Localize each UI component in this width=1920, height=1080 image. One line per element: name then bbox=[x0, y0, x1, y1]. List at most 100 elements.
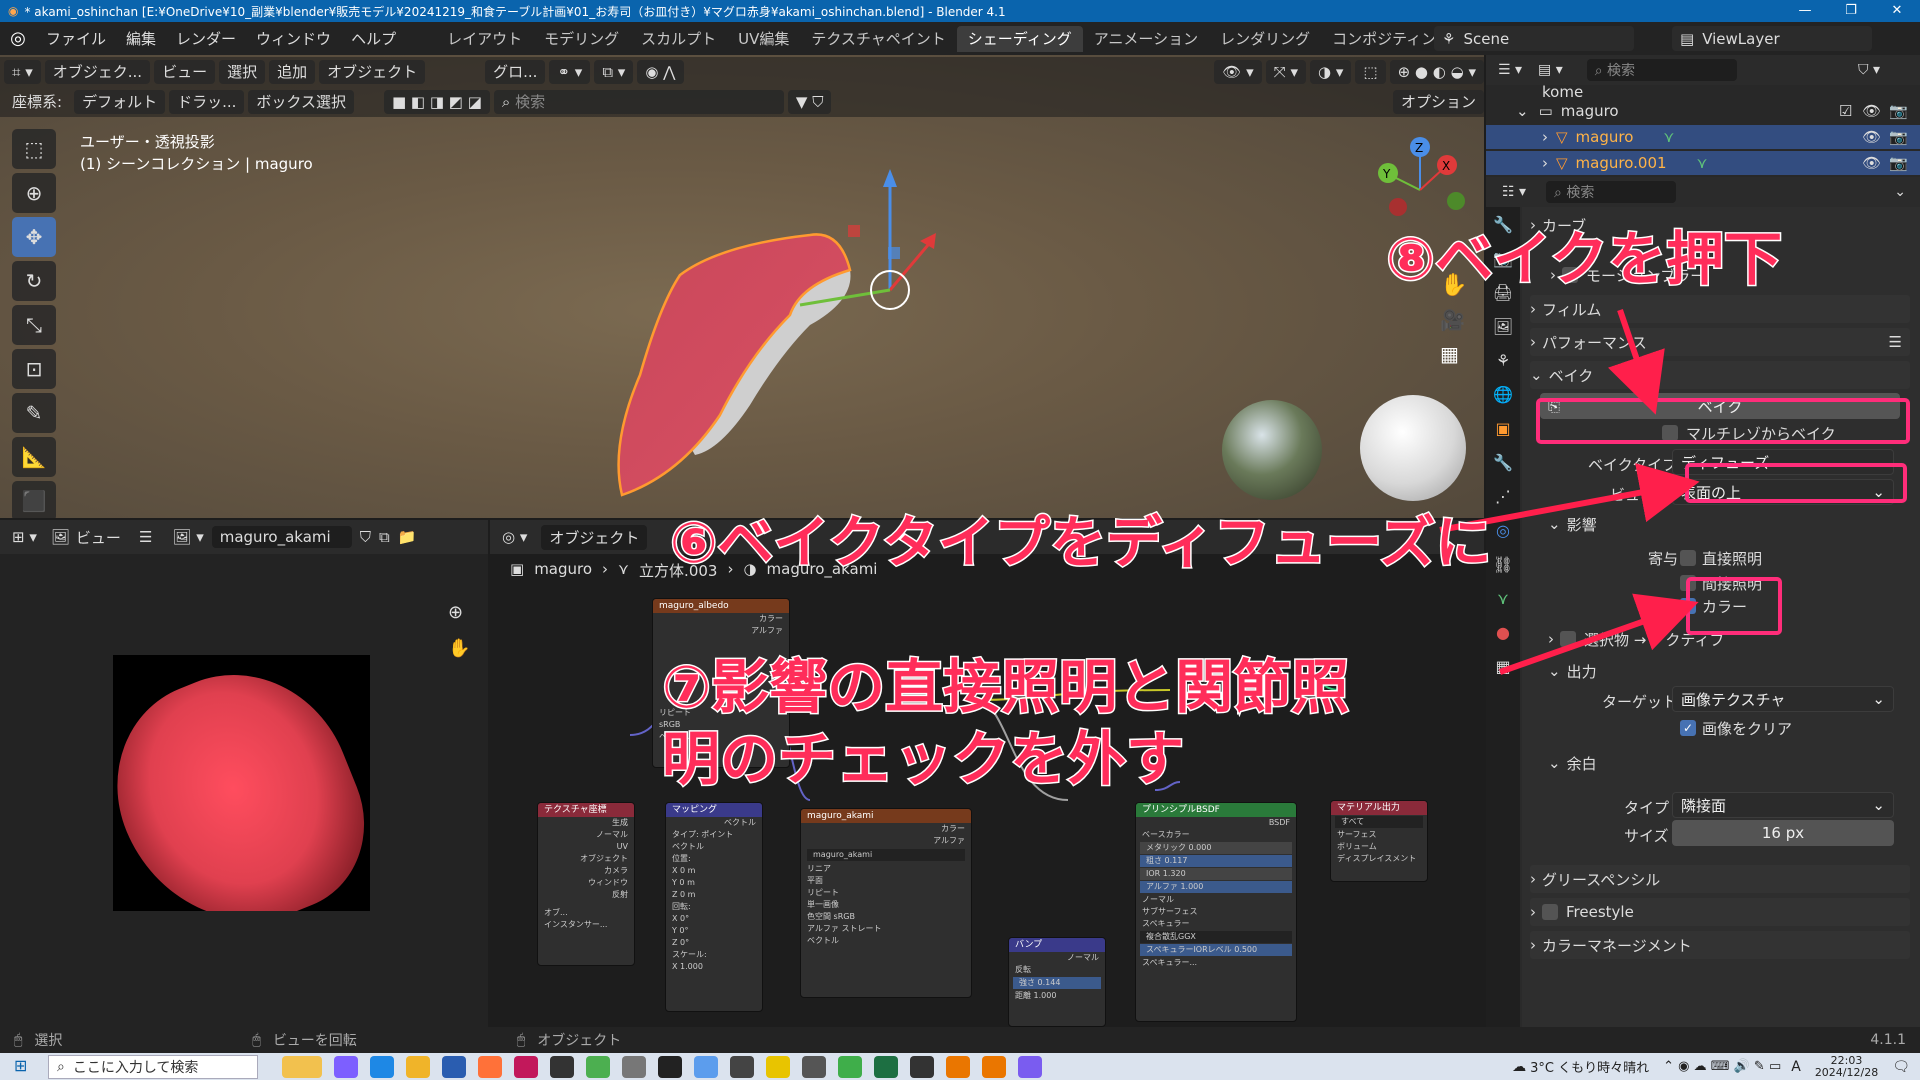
margin-size-field[interactable]: 16 px bbox=[1672, 820, 1894, 846]
panel-color-management[interactable]: › カラーマネージメント bbox=[1530, 931, 1910, 959]
list-icon[interactable]: ☰ bbox=[1889, 333, 1902, 351]
mode-selector[interactable]: オブジェク... bbox=[44, 60, 151, 84]
editor-type-icon[interactable]: ⌗ ▾ bbox=[4, 60, 41, 84]
camera-render-icon[interactable]: 📷 bbox=[1889, 102, 1908, 120]
app-icon[interactable] bbox=[694, 1055, 718, 1078]
outliner-editor-icon[interactable]: ☰ ▾ bbox=[1498, 62, 1522, 78]
view-layer-tab-icon[interactable]: 🖼 bbox=[1486, 309, 1520, 343]
app-icon[interactable] bbox=[838, 1055, 862, 1078]
node-image-field[interactable]: maguro_akami bbox=[807, 849, 965, 861]
grid-icon[interactable]: ▦ bbox=[1440, 342, 1474, 366]
menu-edit[interactable]: 編集 bbox=[116, 28, 166, 49]
expand-chevron-icon[interactable]: › bbox=[1542, 154, 1548, 172]
xray-icon[interactable]: ⬚ bbox=[1355, 60, 1386, 84]
expand-chevron-icon[interactable]: › bbox=[1542, 128, 1548, 146]
node-material-output[interactable]: マテリアル出力 すべて サーフェス ボリューム ディスプレイスメント bbox=[1330, 800, 1428, 882]
freestyle-checkbox[interactable] bbox=[1542, 904, 1558, 920]
image-name-field[interactable]: maguro_akami bbox=[211, 526, 352, 548]
zoom-icon[interactable]: ⊕ bbox=[448, 602, 463, 623]
outliner-row[interactable]: › ▽ maguro ⋎ 👁 📷 bbox=[1486, 125, 1920, 149]
properties-search-input[interactable]: ⌕ 検索 bbox=[1546, 181, 1677, 203]
node-field[interactable]: Y 0° bbox=[666, 925, 762, 937]
image-editor[interactable]: ⊞ ▾ 🖼 ビュー ☰ 🖼 ▾ maguro_akami ⛉ ⧉ 📁 ⊕ ✋ bbox=[0, 520, 488, 1027]
select-tool-icon[interactable]: ⬚ bbox=[12, 129, 56, 169]
node-subpanel[interactable]: スペキュラー bbox=[1136, 918, 1296, 930]
image-browse-icon[interactable]: 🖼 ▾ bbox=[172, 528, 203, 546]
outliner-search-input[interactable]: ⌕ 検索 bbox=[1586, 59, 1737, 81]
node-dropdown[interactable]: 平面 bbox=[801, 875, 971, 887]
node-field[interactable]: X 0 m bbox=[666, 865, 762, 877]
target-dropdown[interactable]: 画像テクスチャ ⌄ bbox=[1672, 686, 1894, 712]
shield-icon[interactable]: ⛉ bbox=[360, 528, 371, 546]
node-subpanel[interactable]: サブサーフェス bbox=[1136, 906, 1296, 918]
eye-icon[interactable]: 👁 bbox=[1862, 128, 1881, 146]
tab-texture-paint[interactable]: テクスチャペイント bbox=[800, 26, 956, 52]
expand-chevron-icon[interactable]: ⌄ bbox=[1516, 102, 1529, 120]
outliner-filter-icon[interactable]: ⛉ ▾ bbox=[1858, 62, 1880, 78]
panel-bake[interactable]: ⌄ ベイク bbox=[1530, 361, 1910, 389]
add-cube-tool-icon[interactable]: ⬛ bbox=[12, 481, 56, 518]
taskbar-search-input[interactable]: ⌕ ここに入力して検索 bbox=[48, 1054, 258, 1079]
close-button[interactable]: ✕ bbox=[1874, 0, 1920, 22]
menu-add[interactable]: 追加 bbox=[269, 60, 316, 84]
app-icon[interactable] bbox=[730, 1055, 754, 1078]
drag-selector[interactable]: ドラッ... bbox=[169, 90, 245, 114]
scene-tab-icon[interactable]: ⚘ bbox=[1486, 343, 1520, 377]
node-field[interactable]: スペキュラーIORレベル 0.500 bbox=[1140, 944, 1292, 956]
node-field[interactable]: アルファ 1.000 bbox=[1140, 881, 1292, 893]
editor-type-icon[interactable]: ⊞ ▾ bbox=[12, 528, 37, 546]
menu-view[interactable]: ビュー bbox=[154, 60, 216, 84]
transform-tool-icon[interactable]: ⊡ bbox=[12, 349, 56, 389]
shading-modes-icon[interactable]: ⊕ ● ◐ ◒ ▾ bbox=[1389, 60, 1484, 84]
margin-type-dropdown[interactable]: 隣接面 ⌄ bbox=[1672, 792, 1894, 818]
menu-hamburger-icon[interactable]: ☰ bbox=[139, 528, 152, 546]
filter-icon[interactable]: ▼ ⛉ bbox=[787, 90, 832, 114]
clear-image-checkbox[interactable]: ✓ bbox=[1680, 720, 1696, 736]
windows-start-icon[interactable]: ⊞ bbox=[14, 1056, 27, 1075]
ime-indicator[interactable]: A bbox=[1791, 1059, 1801, 1075]
menu-window[interactable]: ウィンドウ bbox=[246, 28, 341, 49]
weather-icon[interactable]: ☁ bbox=[1512, 1059, 1526, 1075]
node-dropdown[interactable]: すべて bbox=[1335, 816, 1423, 828]
node-dropdown[interactable]: リピート bbox=[801, 887, 971, 899]
hand-pan-icon[interactable]: ✋ bbox=[448, 638, 470, 659]
world-tab-icon[interactable]: 🌐 bbox=[1486, 377, 1520, 411]
scene-selector[interactable]: ⚘ Scene bbox=[1434, 26, 1634, 51]
app-icon[interactable] bbox=[766, 1055, 790, 1078]
tab-sculpt[interactable]: スカルプト bbox=[630, 26, 727, 52]
overlay-icon[interactable]: ◑ ▾ bbox=[1309, 60, 1352, 84]
visibility-icon[interactable]: 👁 ▾ bbox=[1214, 60, 1262, 84]
node-dropdown[interactable]: 色空間 sRGB bbox=[801, 911, 971, 923]
node-maguro-akami[interactable]: maguro_akami カラー アルファ maguro_akami リニア 平… bbox=[800, 808, 972, 998]
viewport-search-input[interactable]: ⌕ 検索 bbox=[493, 90, 784, 114]
texture-tab-icon[interactable]: ▦ bbox=[1486, 649, 1520, 683]
node-field[interactable]: Y 0 m bbox=[666, 877, 762, 889]
menu-help[interactable]: ヘルプ bbox=[341, 28, 406, 49]
tab-rendering[interactable]: レンダリング bbox=[1209, 26, 1321, 52]
duplicate-icon[interactable]: ⧉ bbox=[379, 528, 390, 546]
transform-orientation[interactable]: グロ... bbox=[485, 60, 546, 84]
menu-object[interactable]: オブジェクト bbox=[319, 60, 426, 84]
tab-layout[interactable]: レイアウト bbox=[436, 26, 533, 52]
menu-file[interactable]: ファイル bbox=[36, 28, 116, 49]
node-mapping[interactable]: マッピング ベクトル タイプ: ポイント ベクトル 位置: X 0 m Y 0 … bbox=[665, 802, 763, 1012]
node-dropdown[interactable]: 単一画像 bbox=[801, 899, 971, 911]
select-mode-icons[interactable]: ■ ◧ ◨ ◩ ◪ bbox=[383, 90, 490, 114]
app-icon[interactable] bbox=[550, 1055, 574, 1078]
view-layer-selector[interactable]: ▤ ViewLayer bbox=[1672, 26, 1872, 51]
clock[interactable]: 22:03 2024/12/28 bbox=[1815, 1054, 1878, 1079]
node-texture-coordinate[interactable]: テクスチャ座標 生成 ノーマル UV オブジェクト カメラ ウィンドウ 反射 オ… bbox=[537, 802, 635, 966]
node-field[interactable]: 粗さ 0.117 bbox=[1140, 855, 1292, 867]
node-field[interactable]: 距離 1.000 bbox=[1009, 990, 1105, 1002]
tab-modeling[interactable]: モデリング bbox=[533, 26, 630, 52]
subpanel-margin[interactable]: ⌄ 余白 bbox=[1530, 749, 1910, 777]
transform-gizmo-icon[interactable] bbox=[770, 155, 950, 345]
minimize-button[interactable]: — bbox=[1782, 0, 1828, 22]
blender-taskbar-icon[interactable] bbox=[982, 1055, 1006, 1078]
move-tool-icon[interactable]: ✥ bbox=[12, 217, 56, 257]
node-dropdown[interactable]: 複合散乱GGX bbox=[1140, 931, 1292, 943]
firefox-icon[interactable] bbox=[478, 1055, 502, 1078]
folder-icon[interactable]: 📁 bbox=[398, 528, 417, 546]
node-field[interactable]: メタリック 0.000 bbox=[1140, 842, 1292, 854]
tray-icons[interactable]: ⌃ ◉ ☁ ⌨ 🔊 ✎ ▭ bbox=[1663, 1059, 1781, 1074]
